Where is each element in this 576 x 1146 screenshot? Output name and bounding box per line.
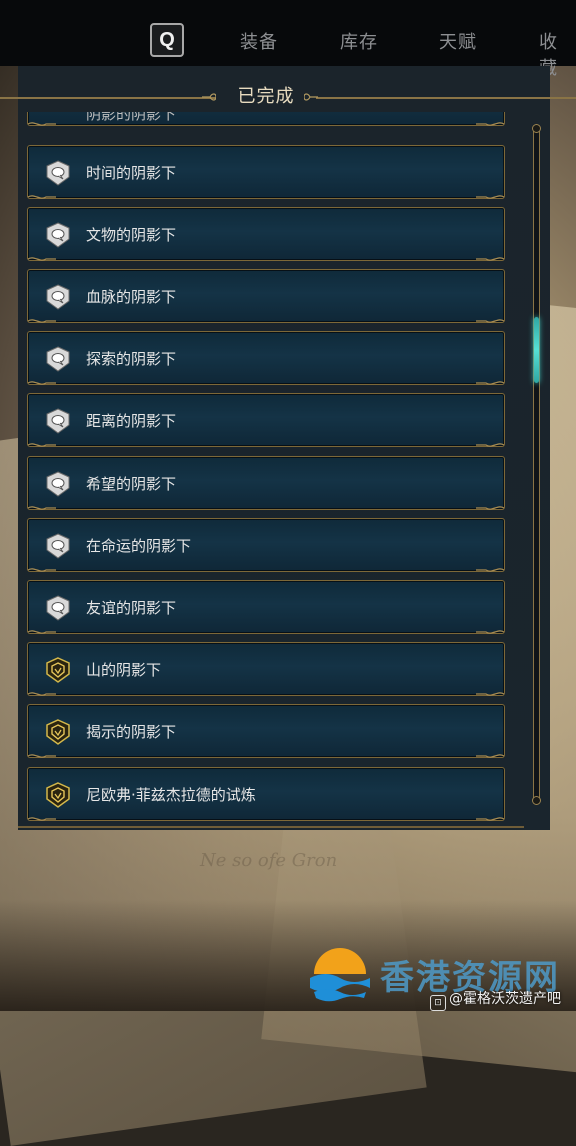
list-item[interactable]: 探索的阴影下 — [27, 331, 505, 385]
corner-ornament-icon — [476, 122, 505, 126]
corner-ornament-icon — [27, 122, 56, 126]
shield-icon — [46, 782, 70, 808]
q-key-button[interactable]: Q — [150, 23, 184, 57]
scrollbar-thumb[interactable] — [534, 317, 539, 384]
corner-ornament-icon — [27, 319, 56, 323]
corner-ornament-icon — [476, 754, 505, 758]
corner-ornament-icon — [476, 257, 505, 261]
tab-equipment[interactable]: 装备 — [240, 28, 278, 54]
speech-bubble-icon — [46, 471, 70, 497]
q-key-label: Q — [159, 28, 175, 51]
corner-ornament-icon — [27, 195, 56, 199]
list-item[interactable]: 阴影的阴影下 — [27, 112, 505, 126]
corner-ornament-icon — [476, 381, 505, 385]
speech-bubble-icon — [46, 284, 70, 310]
title-ornament-left-icon — [202, 93, 216, 101]
scrollbar-cap-bottom — [532, 796, 541, 805]
corner-ornament-icon — [476, 506, 505, 510]
corner-ornament-icon — [27, 443, 56, 447]
quest-label: 探索的阴影下 — [86, 350, 177, 368]
scrollbar-track[interactable] — [533, 128, 540, 802]
quest-label: 文物的阴影下 — [86, 226, 177, 244]
list-item[interactable]: 在命运的阴影下 — [27, 518, 505, 572]
watermark-handle-text: @霍格沃茨遗产吧 — [449, 991, 561, 1007]
list-item[interactable]: 尼欧弗·菲兹杰拉德的试炼 — [27, 767, 505, 821]
quest-label: 山的阴影下 — [86, 661, 162, 679]
corner-ornament-icon — [27, 630, 56, 634]
corner-ornament-icon — [27, 817, 56, 821]
quest-label: 距离的阴影下 — [86, 412, 177, 430]
corner-ornament-icon — [476, 568, 505, 572]
background-scribble: Ne so ofe Gron — [200, 850, 338, 871]
tab-talents[interactable]: 天赋 — [439, 28, 477, 54]
quest-label: 友谊的阴影下 — [86, 599, 177, 617]
corner-ornament-icon — [27, 257, 56, 261]
list-item[interactable]: 时间的阴影下 — [27, 145, 505, 199]
top-nav-bar: Q 装备 库存 天赋 收藏 — [0, 0, 576, 79]
quest-label: 在命运的阴影下 — [86, 537, 192, 555]
tab-inventory[interactable]: 库存 — [340, 28, 378, 54]
quest-label: 时间的阴影下 — [86, 164, 177, 182]
corner-ornament-icon — [476, 319, 505, 323]
corner-ornament-icon — [27, 692, 56, 696]
list-item[interactable]: 距离的阴影下 — [27, 393, 505, 447]
corner-ornament-icon — [476, 443, 505, 447]
corner-ornament-icon — [476, 195, 505, 199]
list-item[interactable]: 血脉的阴影下 — [27, 269, 505, 323]
scrollbar-cap-top — [532, 124, 541, 133]
quest-list: 阴影的阴影下 时间的阴影下 文物的阴影下 血脉的阴影下 探索的阴影下 距离的阴影… — [27, 112, 505, 826]
corner-ornament-icon — [476, 630, 505, 634]
panel-title-wrap: 已完成 — [216, 84, 316, 110]
watermark-logo-icon — [310, 948, 370, 1002]
quest-label: 揭示的阴影下 — [86, 723, 177, 741]
quest-label: 尼欧弗·菲兹杰拉德的试炼 — [86, 786, 256, 804]
shield-icon — [46, 719, 70, 745]
corner-ornament-icon — [27, 568, 56, 572]
watermark-handle: ⊡ @霍格沃茨遗产吧 — [430, 988, 561, 1011]
corner-ornament-icon — [27, 506, 56, 510]
list-item[interactable]: 友谊的阴影下 — [27, 580, 505, 634]
speech-bubble-icon — [46, 595, 70, 621]
corner-ornament-icon — [27, 754, 56, 758]
quest-label: 阴影的阴影下 — [86, 112, 177, 123]
speech-bubble-icon — [46, 222, 70, 248]
speech-bubble-icon — [46, 533, 70, 559]
title-ornament-right-icon — [304, 93, 318, 101]
corner-ornament-icon — [476, 692, 505, 696]
speech-bubble-icon — [46, 408, 70, 434]
forum-icon: ⊡ — [430, 995, 446, 1011]
shield-icon — [46, 657, 70, 683]
quest-label: 希望的阴影下 — [86, 475, 177, 493]
corner-ornament-icon — [476, 817, 505, 821]
speech-bubble-icon — [46, 160, 70, 186]
corner-ornament-icon — [27, 381, 56, 385]
speech-bubble-icon — [46, 346, 70, 372]
list-item[interactable]: 山的阴影下 — [27, 642, 505, 696]
panel-bottom-line — [18, 826, 524, 828]
list-item[interactable]: 文物的阴影下 — [27, 207, 505, 261]
panel-title: 已完成 — [237, 86, 295, 107]
quest-label: 血脉的阴影下 — [86, 288, 177, 306]
list-item[interactable]: 揭示的阴影下 — [27, 704, 505, 758]
list-item[interactable]: 希望的阴影下 — [27, 456, 505, 510]
